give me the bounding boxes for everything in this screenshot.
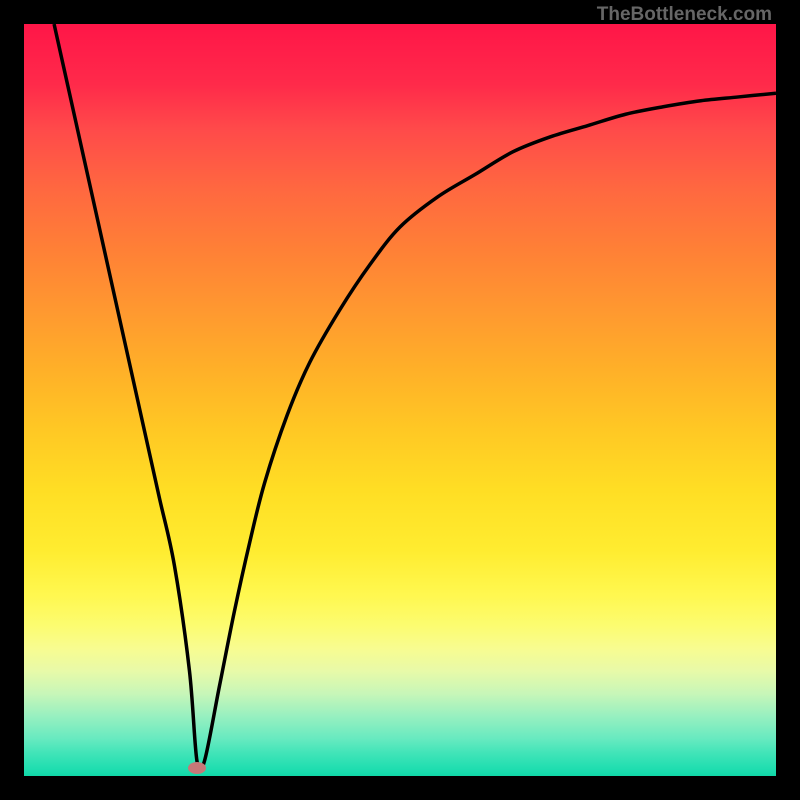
attribution-text: TheBottleneck.com — [597, 4, 772, 26]
chart-plot-area — [24, 24, 776, 776]
minimum-marker — [188, 762, 206, 774]
curve-svg — [24, 24, 776, 776]
bottleneck-curve — [54, 24, 776, 771]
